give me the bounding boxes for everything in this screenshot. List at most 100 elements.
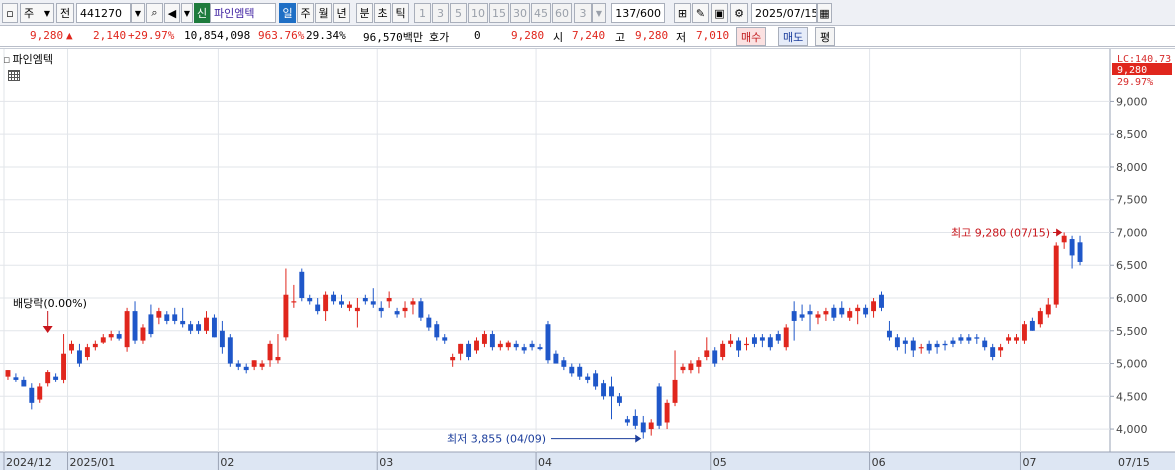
interval-45[interactable]: 45 bbox=[531, 3, 551, 23]
candle-body bbox=[108, 334, 114, 338]
candle-body bbox=[339, 301, 344, 305]
nav-dropdown-button[interactable]: ▼ bbox=[181, 3, 193, 23]
candle-body bbox=[863, 307, 869, 315]
candle-body bbox=[481, 334, 487, 344]
period-tab-week[interactable]: 주 bbox=[297, 3, 314, 23]
candle-body bbox=[902, 340, 908, 344]
volume-ratio: 963.76% bbox=[258, 29, 305, 42]
candle-body bbox=[847, 311, 853, 318]
y-tick-label: 5,000 bbox=[1116, 358, 1148, 371]
candle-body bbox=[894, 337, 900, 348]
period-tab-second[interactable]: 초 bbox=[374, 3, 391, 23]
open-label: 시 bbox=[553, 31, 564, 44]
candle-body bbox=[879, 294, 884, 308]
candle-body bbox=[148, 314, 154, 335]
draw-tool-icon[interactable]: ✎ bbox=[692, 3, 709, 23]
candle-body bbox=[227, 337, 233, 364]
candle-body bbox=[331, 294, 337, 302]
period-tab-year[interactable]: 년 bbox=[333, 3, 350, 23]
bid-price: 9,280 bbox=[511, 29, 545, 42]
candle-body bbox=[712, 350, 718, 364]
period-tab-month[interactable]: 월 bbox=[315, 3, 332, 23]
interval-15[interactable]: 15 bbox=[489, 3, 509, 23]
interval-value-field[interactable]: 3 bbox=[574, 3, 592, 23]
candle-body bbox=[688, 363, 694, 371]
candle-body bbox=[569, 366, 575, 374]
date-field[interactable]: 2025/07/15 bbox=[751, 3, 817, 23]
candle-body bbox=[553, 353, 559, 364]
chevron-down-icon: ▼ bbox=[43, 8, 50, 18]
speaker-icon[interactable]: ◀ bbox=[164, 3, 180, 23]
candle-count-field[interactable]: 137/600 bbox=[611, 3, 665, 23]
chevron-down-icon: ▼ bbox=[595, 8, 603, 18]
period-tab-minute[interactable]: 분 bbox=[356, 3, 373, 23]
candle-body bbox=[910, 340, 916, 351]
candle-body bbox=[92, 343, 98, 348]
panel-menu-icon[interactable]: ▫ bbox=[2, 3, 18, 23]
candle-body bbox=[418, 301, 424, 318]
candle-body bbox=[942, 343, 948, 346]
interval-3[interactable]: 3 bbox=[432, 3, 449, 23]
candle-body bbox=[69, 343, 74, 351]
candle-body bbox=[1053, 245, 1059, 305]
interval-5[interactable]: 5 bbox=[450, 3, 467, 23]
x-tick-label: 06 bbox=[872, 456, 886, 469]
candle-body bbox=[720, 343, 726, 357]
candle-settings-icon[interactable]: ⊞ bbox=[674, 3, 691, 23]
candle-body bbox=[346, 304, 352, 308]
candle-body bbox=[775, 334, 781, 341]
interval-30[interactable]: 30 bbox=[510, 3, 530, 23]
candle-body bbox=[370, 301, 376, 305]
candle-body bbox=[966, 337, 972, 341]
candle-body bbox=[243, 366, 249, 371]
sell-button[interactable]: 매도 bbox=[778, 27, 809, 46]
x-tick-label: 04 bbox=[538, 456, 552, 469]
candle-body bbox=[354, 307, 360, 312]
buy-button[interactable]: 매수 bbox=[736, 27, 767, 46]
stock-code-input[interactable]: 441270 bbox=[76, 3, 131, 23]
candlestick-chart[interactable]: 4,000 4,500 5,000 5,500 6,000 6,500 7,000 7,500… bbox=[0, 49, 1175, 470]
save-icon[interactable]: ▣ bbox=[711, 3, 728, 23]
interval-1[interactable]: 1 bbox=[414, 3, 431, 23]
candle-body bbox=[188, 324, 194, 331]
period-tab-day[interactable]: 일 bbox=[279, 3, 296, 23]
candle-body bbox=[585, 376, 591, 380]
data-table-icon[interactable] bbox=[8, 70, 20, 81]
candle-body bbox=[1006, 337, 1012, 341]
average-button[interactable]: 평 bbox=[815, 27, 836, 46]
interval-60[interactable]: 60 bbox=[552, 3, 572, 23]
candle-body bbox=[982, 340, 988, 348]
candle-body bbox=[1037, 311, 1043, 325]
candle-body bbox=[283, 294, 289, 338]
search-icon[interactable]: ⌕ bbox=[146, 3, 163, 23]
calendar-icon[interactable]: ▦ bbox=[817, 3, 832, 23]
candle-body bbox=[450, 356, 456, 361]
open-price: 7,240 bbox=[572, 29, 606, 42]
trade-amount: 96,570백만 bbox=[363, 31, 423, 44]
candle-body bbox=[704, 350, 710, 357]
x-axis-panel bbox=[0, 452, 1175, 470]
current-price: 9,280 bbox=[30, 29, 64, 42]
candle-body bbox=[489, 334, 495, 348]
low-price: 7,010 bbox=[696, 29, 730, 42]
candle-body bbox=[275, 356, 281, 361]
candle-body bbox=[815, 314, 821, 318]
last-price-tag: 9,280 bbox=[1117, 65, 1147, 76]
period-tab-tick[interactable]: 틱 bbox=[392, 3, 409, 23]
candle-body bbox=[521, 347, 527, 351]
gear-icon[interactable]: ⚙ bbox=[730, 3, 748, 23]
candle-body bbox=[21, 379, 27, 387]
mode-select[interactable]: 주 ▼ bbox=[20, 3, 54, 23]
x-tick-label: 03 bbox=[379, 456, 393, 469]
price-up-arrow-icon: ▲ bbox=[66, 29, 73, 42]
code-dropdown-button[interactable]: ▼ bbox=[131, 3, 145, 23]
interval-10[interactable]: 10 bbox=[468, 3, 488, 23]
dividend-arrow-head bbox=[42, 326, 53, 333]
scope-button[interactable]: 전 bbox=[56, 3, 74, 23]
candle-body bbox=[291, 301, 297, 303]
interval-dropdown-button[interactable]: ▼ bbox=[592, 3, 606, 23]
candle-body bbox=[235, 363, 241, 367]
candle-body bbox=[204, 317, 209, 331]
candle-body bbox=[855, 307, 861, 312]
candle-body bbox=[744, 343, 749, 346]
